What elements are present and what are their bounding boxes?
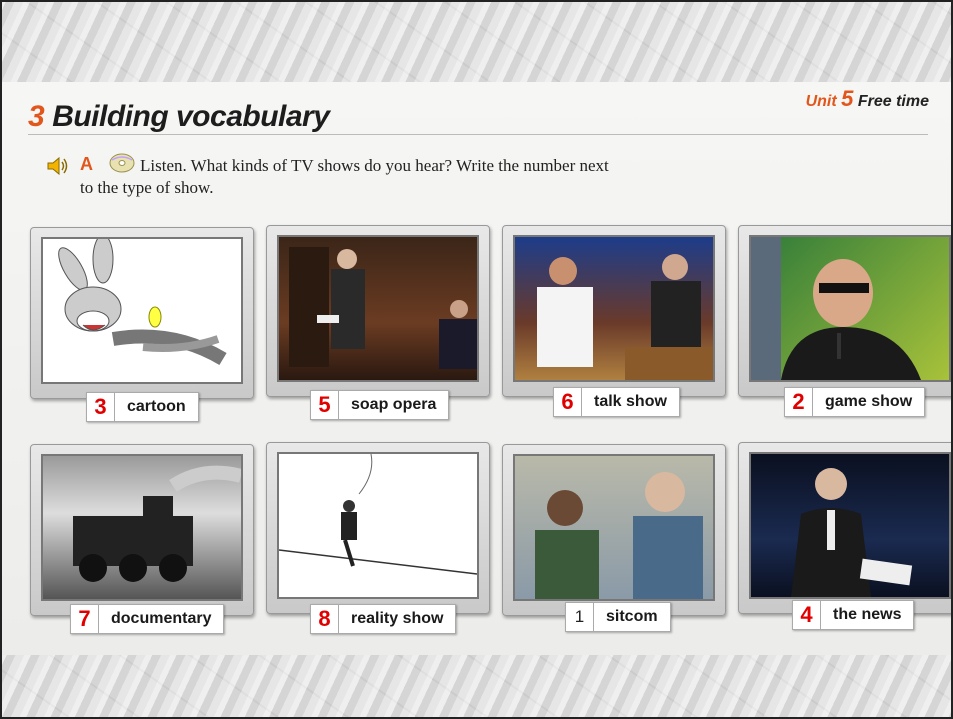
unit-label: Unit [805,93,837,110]
instruction-line-2: to the type of show. [80,178,214,197]
soap-opera-image [277,235,479,382]
answer-label-cartoon: 3 cartoon [86,392,199,422]
section-heading: 3 Building vocabulary [28,100,330,134]
show-type-label: the news [833,606,902,623]
tv-reality-show [266,442,490,614]
game-show-image [749,235,951,382]
documentary-image [41,454,243,601]
show-type-label: game show [825,393,913,410]
answer-number[interactable]: 4 [793,601,821,629]
cartoon-image [41,237,243,384]
show-type-label: documentary [111,610,212,627]
instruction-line-1: Listen. What kinds of TV shows do you he… [140,156,609,175]
tv-talk-show [502,225,726,397]
exercise-letter: A [80,154,93,174]
reality-show-image [277,452,479,599]
textbook-page: Unit 5 Free time 3 Building vocabulary A … [0,82,953,655]
talk-show-image [513,235,715,382]
speaker-icon[interactable] [46,156,68,176]
tv-game-show [738,225,953,397]
answer-label-reality-show: 8 reality show [310,604,457,634]
tv-soap-opera [266,225,490,397]
answer-label-talk-show: 6 talk show [553,387,680,417]
the-news-image [749,452,951,599]
unit-title: Free time [857,93,929,110]
answer-label-sitcom: 1 sitcom [565,602,671,632]
heading-rule [28,134,928,135]
sitcom-image [513,454,715,601]
answer-label-soap-opera: 5 soap opera [310,390,450,420]
tv-documentary [30,444,254,616]
answer-label-game-show: 2 game show [784,387,926,417]
marble-bottom-border [0,655,953,719]
answer-number[interactable]: 6 [554,388,582,416]
answer-label-the-news: 4 the news [792,600,915,630]
show-type-label: talk show [594,393,667,410]
show-type-label: reality show [351,610,444,627]
answer-number[interactable]: 3 [87,393,115,421]
tv-cartoon [30,227,254,399]
answer-label-documentary: 7 documentary [70,604,225,634]
tv-sitcom [502,444,726,616]
section-title: Building vocabulary [52,100,330,133]
answer-number[interactable]: 7 [71,605,99,633]
tv-the-news [738,442,953,614]
answer-number[interactable]: 2 [785,388,813,416]
show-type-label: sitcom [606,608,658,625]
answer-number[interactable]: 8 [311,605,339,633]
cd-icon [109,153,135,173]
unit-number: 5 [841,86,854,111]
unit-header: Unit 5 Free time [806,86,929,112]
answer-number[interactable]: 5 [311,391,339,419]
answer-number[interactable]: 1 [566,603,594,631]
show-type-label: soap opera [351,396,437,413]
marble-top-border [0,0,953,82]
section-number: 3 [28,100,45,133]
show-type-label: cartoon [127,398,186,415]
